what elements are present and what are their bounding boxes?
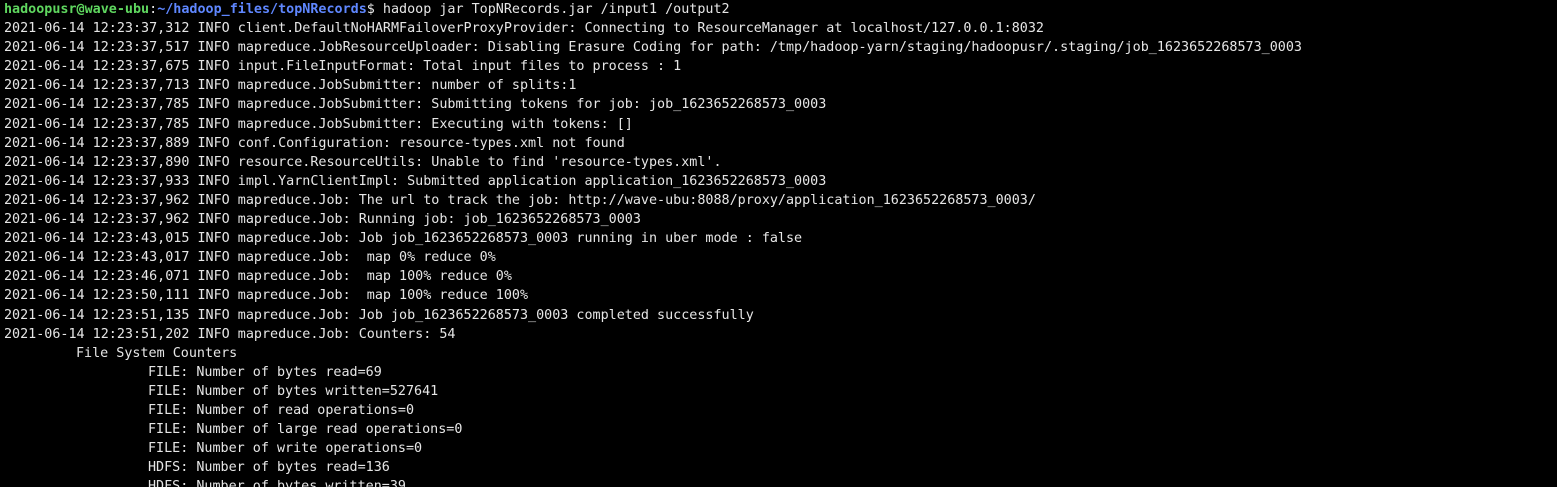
log-line: 2021-06-14 12:23:43,017 INFO mapreduce.J… [4,250,496,266]
log-line: 2021-06-14 12:23:37,962 INFO mapreduce.J… [4,212,641,228]
prompt-symbol: $ [366,2,383,17]
log-line: 2021-06-14 12:23:50,111 INFO mapreduce.J… [4,288,529,304]
log-line: 2021-06-14 12:23:37,713 INFO mapreduce.J… [4,78,577,94]
log-line: 2021-06-14 12:23:51,135 INFO mapreduce.J… [4,307,754,323]
log-line: 2021-06-14 12:23:46,071 INFO mapreduce.J… [4,269,512,285]
counter-group-title: File System Counters [76,345,238,361]
counter-item: FILE: Number of read operations=0 [148,402,415,418]
counter-item: HDFS: Number of bytes read=136 [148,460,390,476]
log-line: 2021-06-14 12:23:37,675 INFO input.FileI… [4,59,682,75]
counter-item: FILE: Number of bytes written=527641 [148,383,439,399]
log-line: 2021-06-14 12:23:51,202 INFO mapreduce.J… [4,326,456,342]
counter-item: FILE: Number of large read operations=0 [148,422,463,438]
counter-item: FILE: Number of write operations=0 [148,441,423,457]
log-line: 2021-06-14 12:23:37,785 INFO mapreduce.J… [4,97,827,113]
log-line: 2021-06-14 12:23:37,785 INFO mapreduce.J… [4,116,633,132]
log-line: 2021-06-14 12:23:37,933 INFO impl.YarnCl… [4,173,827,189]
counter-item: FILE: Number of bytes read=69 [148,364,382,380]
log-line: 2021-06-14 12:23:43,015 INFO mapreduce.J… [4,231,803,247]
log-line: 2021-06-14 12:23:37,517 INFO mapreduce.J… [4,40,1302,56]
log-line: 2021-06-14 12:23:37,312 INFO client.Defa… [4,21,1044,37]
command-text: hadoop jar TopNRecords.jar /input1 /outp… [382,2,730,17]
prompt-line: hadoopusr@wave-ubu: ~/hadoop_files/topNRe… [4,0,1557,19]
log-line: 2021-06-14 12:23:37,962 INFO mapreduce.J… [4,192,1036,208]
log-line: 2021-06-14 12:23:37,889 INFO conf.Config… [4,135,625,151]
prompt-path: ~/hadoop_files/topNRecords [157,2,367,17]
prompt-separator: : [149,2,158,17]
counter-item: HDFS: Number of bytes written=39 [148,479,406,487]
terminal-window[interactable]: hadoopusr@wave-ubu: ~/hadoop_files/topNRe… [0,0,1557,487]
prompt-user-host: hadoopusr@wave-ubu [4,2,150,17]
log-line: 2021-06-14 12:23:37,890 INFO resource.Re… [4,154,722,170]
